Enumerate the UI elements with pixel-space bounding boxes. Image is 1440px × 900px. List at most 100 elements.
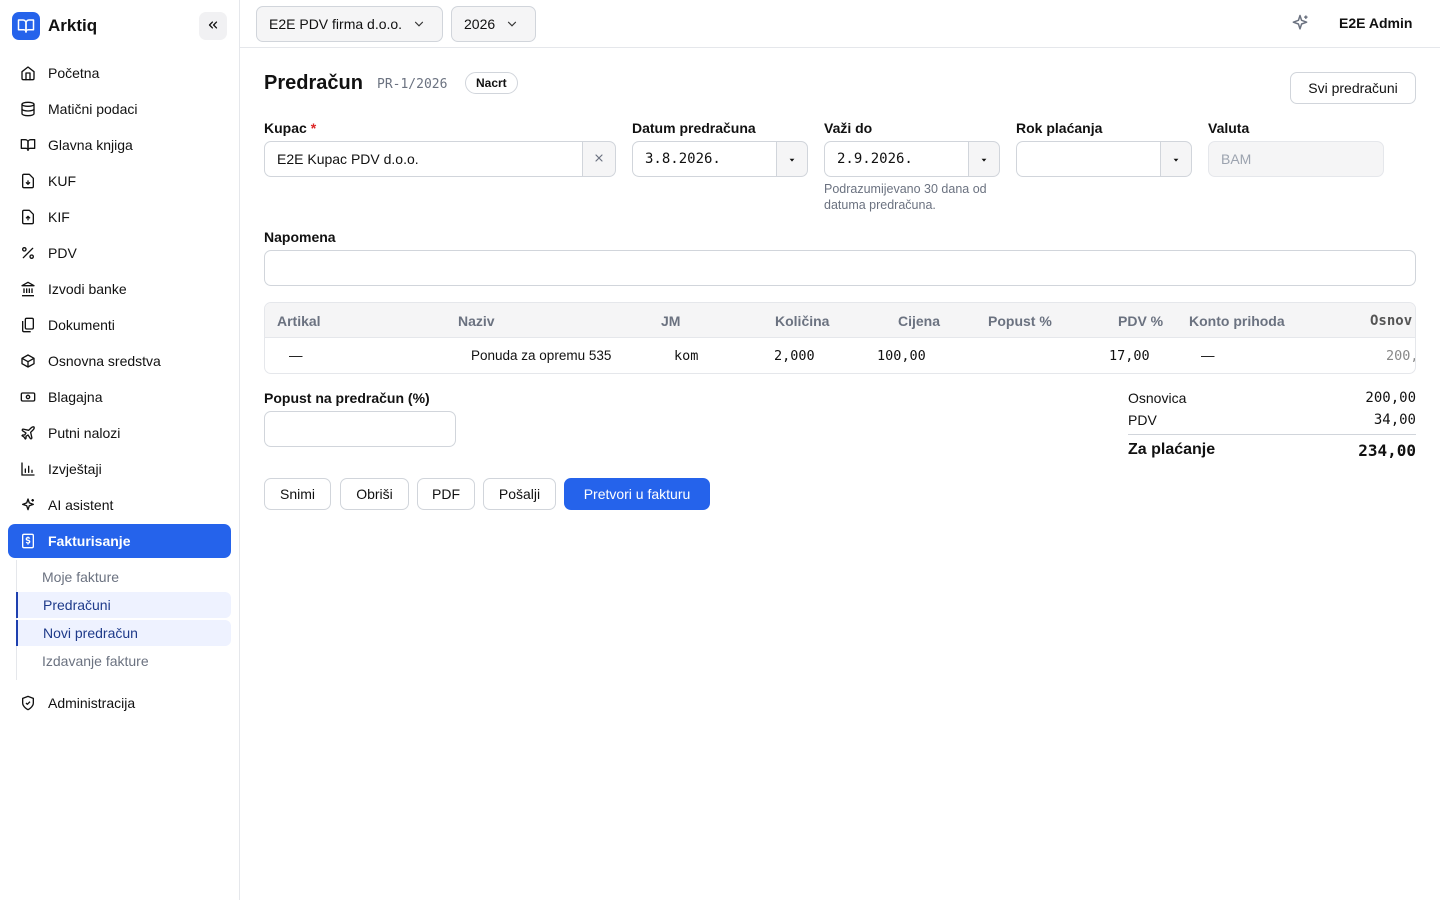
- send-label: Pošalji: [498, 486, 541, 502]
- sidebar-subitem-label: Moje fakture: [42, 569, 120, 585]
- delete-button[interactable]: Obriši: [340, 478, 409, 510]
- sidebar-subitem-moje-fakture[interactable]: Moje fakture: [16, 564, 231, 590]
- payment-term-label: Rok plaćanja: [1016, 120, 1103, 136]
- note-label: Napomena: [264, 229, 336, 245]
- cell-naziv: Ponuda za opremu 535: [471, 348, 612, 363]
- valid-until-label: Važi do: [824, 120, 873, 136]
- total-vat-row: PDV 34,00: [1128, 412, 1416, 428]
- sidebar-item-maticni-podaci[interactable]: Matični podaci: [8, 92, 231, 126]
- sidebar-item-kuf[interactable]: KUF: [8, 164, 231, 198]
- send-button[interactable]: Pošalji: [483, 478, 556, 510]
- date-label: Datum predračuna: [632, 120, 756, 136]
- cell-konto: —: [1201, 348, 1215, 363]
- sidebar-item-label: Početna: [48, 65, 100, 81]
- sidebar-item-blagajna[interactable]: Blagajna: [8, 380, 231, 414]
- sidebar-item-label: KUF: [48, 173, 76, 189]
- sidebar-item-label: KIF: [48, 209, 70, 225]
- cash-icon: [20, 389, 36, 405]
- valid-until-picker-button[interactable]: [968, 141, 1000, 177]
- sidebar-item-label: Matični podaci: [48, 101, 138, 117]
- date-field[interactable]: 3.8.2026.: [632, 141, 778, 177]
- column-header-cijena: Cijena: [898, 313, 941, 329]
- sidebar-item-glavna-knjiga[interactable]: Glavna knjiga: [8, 128, 231, 162]
- sidebar: Arktiq Početna Matični podaci Glavna knj…: [0, 0, 240, 900]
- ai-assistant-button[interactable]: [1289, 13, 1311, 35]
- file-out-icon: [20, 209, 36, 225]
- save-button[interactable]: Snimi: [264, 478, 331, 510]
- payment-term-picker-button[interactable]: [1160, 141, 1192, 177]
- chevron-down-icon: [412, 17, 426, 31]
- sidebar-item-label: Izvještaji: [48, 461, 102, 477]
- sidebar-item-label: Administracija: [48, 695, 136, 711]
- sidebar-item-label: Izvodi banke: [48, 281, 127, 297]
- chevrons-left-icon: [206, 18, 220, 35]
- column-header-osnovica: Osnov:: [1370, 313, 1416, 329]
- total-vat-value: 34,00: [1373, 412, 1416, 428]
- all-proforma-label: Svi predračuni: [1308, 80, 1398, 96]
- all-proforma-button[interactable]: Svi predračuni: [1290, 72, 1416, 104]
- note-field[interactable]: [264, 250, 1416, 286]
- brand[interactable]: Arktiq: [12, 12, 97, 40]
- home-icon: [20, 65, 36, 81]
- currency-placeholder: BAM: [1221, 151, 1252, 167]
- sidebar-item-fakturisanje[interactable]: Fakturisanje: [8, 524, 231, 558]
- sidebar-item-label: Osnovna sredstva: [48, 353, 161, 369]
- valid-until-field[interactable]: 2.9.2026.: [824, 141, 970, 177]
- user-menu[interactable]: E2E Admin: [1339, 15, 1412, 31]
- collapse-sidebar-button[interactable]: [199, 12, 227, 40]
- sidebar-item-ai-asistent[interactable]: AI asistent: [8, 488, 231, 522]
- discount-field[interactable]: [264, 411, 456, 447]
- sidebar-subitem-predracuni[interactable]: Predračuni: [16, 592, 231, 618]
- sparkle-icon: [1290, 13, 1310, 36]
- year-select[interactable]: 2026: [451, 6, 536, 42]
- valid-until-help: Podrazumijevano 30 dana od datuma predra…: [824, 182, 987, 212]
- payment-term-field[interactable]: [1016, 141, 1162, 177]
- app-name: Arktiq: [48, 16, 98, 35]
- sidebar-subitem-label: Novi predračun: [43, 625, 138, 641]
- valid-until-value: 2.9.2026.: [837, 151, 913, 167]
- cell-jm: kom: [674, 348, 699, 364]
- sidebar-subitem-label: Predračuni: [43, 597, 111, 613]
- sidebar-item-label: AI asistent: [48, 497, 114, 513]
- status-badge: Nacrt: [465, 72, 518, 94]
- sidebar-item-izvodi-banke[interactable]: Izvodi banke: [8, 272, 231, 306]
- sidebar-nav: Početna Matični podaci Glavna knjiga KUF…: [8, 56, 231, 722]
- sidebar-item-osnovna-sredstva[interactable]: Osnovna sredstva: [8, 344, 231, 378]
- clear-customer-button[interactable]: [582, 141, 616, 177]
- line-items-table: Artikal Naziv JM Količina Cijena Popust …: [264, 302, 1416, 374]
- pdf-label: PDF: [432, 486, 460, 502]
- sidebar-subitem-novi-predracun[interactable]: Novi predračun: [16, 620, 231, 646]
- sidebar-item-dokumenti[interactable]: Dokumenti: [8, 308, 231, 342]
- customer-field[interactable]: E2E Kupac PDV d.o.o.: [264, 141, 584, 177]
- column-header-popust: Popust %: [988, 313, 1052, 329]
- sidebar-item-label: Putni nalozi: [48, 425, 121, 441]
- invoice-icon: [20, 533, 36, 549]
- company-select[interactable]: E2E PDV firma d.o.o.: [256, 6, 443, 42]
- sidebar-item-administracija[interactable]: Administracija: [8, 686, 231, 720]
- total-due-value: 234,00: [1358, 441, 1416, 460]
- book-icon: [20, 137, 36, 153]
- total-base-label: Osnovica: [1128, 390, 1187, 406]
- sidebar-item-putni-nalozi[interactable]: Putni nalozi: [8, 416, 231, 450]
- sidebar-subitem-izdavanje-fakture[interactable]: Izdavanje fakture: [16, 648, 231, 674]
- convert-to-invoice-button[interactable]: Pretvori u fakturu: [564, 478, 710, 510]
- database-icon: [20, 101, 36, 117]
- sidebar-item-kif[interactable]: KIF: [8, 200, 231, 234]
- sidebar-item-pdv[interactable]: PDV: [8, 236, 231, 270]
- topbar: E2E PDV firma d.o.o. 2026 E2E Admin: [240, 0, 1440, 48]
- sidebar-item-izvjestaji[interactable]: Izvještaji: [8, 452, 231, 486]
- bank-icon: [20, 281, 36, 297]
- sidebar-item-pocetna[interactable]: Početna: [8, 56, 231, 90]
- currency-field: BAM: [1208, 141, 1384, 177]
- documents-icon: [20, 317, 36, 333]
- chart-icon: [20, 461, 36, 477]
- date-picker-button[interactable]: [776, 141, 808, 177]
- cell-pdv: 17,00: [1109, 348, 1150, 364]
- pdf-button[interactable]: PDF: [417, 478, 475, 510]
- sidebar-subitem-label: Izdavanje fakture: [42, 653, 149, 669]
- convert-label: Pretvori u fakturu: [583, 486, 691, 502]
- column-header-jm: JM: [661, 313, 681, 329]
- sparkle-icon: [20, 497, 36, 513]
- delete-label: Obriši: [356, 486, 393, 502]
- discount-label: Popust na predračun (%): [264, 390, 430, 406]
